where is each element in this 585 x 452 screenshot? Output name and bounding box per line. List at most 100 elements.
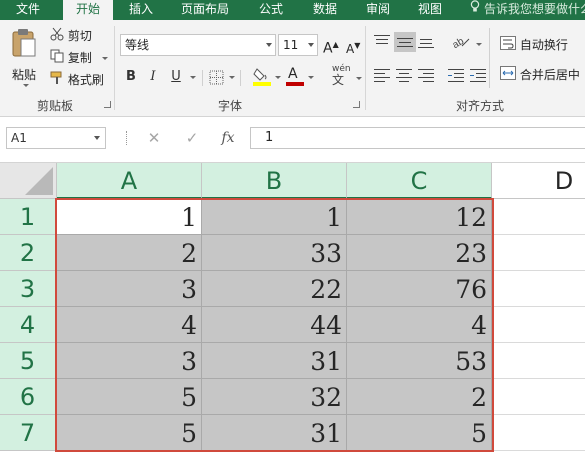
chevron-down-icon	[308, 43, 314, 47]
row-header-4[interactable]: 4	[0, 307, 57, 343]
align-bottom-icon[interactable]	[418, 34, 434, 48]
cell-b7[interactable]: 31	[202, 415, 347, 451]
cell-d3[interactable]	[492, 271, 585, 307]
row-header-5[interactable]: 5	[0, 343, 57, 379]
underline-button[interactable]: U	[168, 68, 184, 86]
cell-b4[interactable]: 44	[202, 307, 347, 343]
cell-a2[interactable]: 2	[57, 235, 202, 271]
cell-d6[interactable]	[492, 379, 585, 415]
cell-a6[interactable]: 5	[57, 379, 202, 415]
tab-home[interactable]: 开始	[63, 0, 113, 20]
tab-insert[interactable]: 插入	[118, 0, 164, 20]
group-divider	[365, 26, 366, 110]
paste-button[interactable]: 粘贴	[6, 26, 42, 92]
copy-button[interactable]: 复制	[50, 49, 108, 67]
svg-text:ab: ab	[452, 36, 466, 48]
phonetic-button[interactable]: wén 文	[332, 64, 362, 87]
merge-center-label: 合并后居中	[519, 68, 580, 82]
align-center-icon[interactable]	[396, 68, 412, 82]
grow-font-button[interactable]: A▲	[323, 36, 339, 57]
tab-page-layout[interactable]: 页面布局	[172, 0, 238, 20]
italic-button[interactable]: I	[146, 68, 160, 86]
name-box[interactable]: A1	[6, 127, 106, 149]
divider	[202, 70, 203, 86]
phonetic-icon: 文	[332, 73, 345, 87]
cell-b5[interactable]: 31	[202, 343, 347, 379]
formula-bar-grip[interactable]	[126, 131, 127, 145]
cell-a7[interactable]: 5	[57, 415, 202, 451]
scissors-icon	[50, 27, 64, 46]
column-header-d[interactable]: D	[492, 163, 585, 199]
grow-font-glyph: A	[323, 40, 333, 57]
select-all-button[interactable]	[0, 163, 57, 199]
cell-b3[interactable]: 22	[202, 271, 347, 307]
merge-center-button[interactable]: 合并后居中	[500, 66, 580, 84]
column-header-b[interactable]: B	[202, 163, 347, 199]
font-color-button[interactable]: A	[286, 66, 314, 90]
tab-formulas[interactable]: 公式	[248, 0, 294, 20]
alignment-group-label: 对齐方式	[455, 99, 504, 113]
cell-a3[interactable]: 3	[57, 271, 202, 307]
cell-b2[interactable]: 33	[202, 235, 347, 271]
align-middle-icon[interactable]	[394, 32, 416, 52]
shrink-font-button[interactable]: A▼	[346, 37, 360, 56]
row-header-2[interactable]: 2	[0, 235, 57, 271]
clipboard-launcher-icon[interactable]	[104, 101, 111, 108]
format-painter-button[interactable]: 格式刷	[50, 71, 104, 89]
cancel-icon[interactable]: ✕	[142, 127, 166, 149]
lightbulb-icon	[470, 0, 480, 19]
cell-c7[interactable]: 5	[347, 415, 492, 451]
tab-data[interactable]: 数据	[302, 0, 348, 20]
row-header-7[interactable]: 7	[0, 415, 57, 451]
cell-d1[interactable]	[492, 199, 585, 235]
orientation-button[interactable]: ab	[451, 34, 483, 52]
wrap-text-button[interactable]: 自动换行	[500, 36, 568, 54]
row-header-1[interactable]: 1	[0, 199, 57, 235]
cell-d2[interactable]	[492, 235, 585, 271]
font-size-select[interactable]: 11	[278, 34, 318, 56]
cell-c1[interactable]: 12	[347, 199, 492, 235]
font-name-value: 等线	[125, 38, 150, 52]
row-header-6[interactable]: 6	[0, 379, 57, 415]
cell-a5[interactable]: 3	[57, 343, 202, 379]
tell-me-text: 告诉我您想要做什么	[484, 2, 585, 16]
font-name-select[interactable]: 等线	[120, 34, 276, 56]
cell-c3[interactable]: 76	[347, 271, 492, 307]
tab-review[interactable]: 审阅	[356, 0, 400, 20]
cell-c6[interactable]: 2	[347, 379, 492, 415]
bold-button[interactable]: B	[124, 68, 138, 86]
font-launcher-icon[interactable]	[353, 101, 360, 108]
enter-icon[interactable]: ✓	[180, 127, 204, 149]
formula-input[interactable]: 1	[250, 127, 585, 149]
tell-me-search[interactable]: 告诉我您想要做什么	[470, 0, 585, 20]
underline-dropdown-icon[interactable]	[190, 76, 196, 79]
worksheet-grid[interactable]: A B C D 1 1 1 12 2 2 33 23 3 3 22 76 4 4 44 4 5 3 31 53 6 5 32…	[0, 163, 585, 452]
increase-indent-icon[interactable]	[470, 68, 486, 82]
column-header-c[interactable]: C	[347, 163, 492, 199]
insert-function-icon[interactable]: fx	[216, 127, 240, 149]
cell-c5[interactable]: 53	[347, 343, 492, 379]
decrease-indent-icon[interactable]	[448, 68, 464, 82]
tab-view[interactable]: 视图	[408, 0, 452, 20]
fill-color-button[interactable]	[253, 66, 281, 90]
cell-d5[interactable]	[492, 343, 585, 379]
fill-color-dropdown-icon	[275, 76, 281, 79]
tab-file[interactable]: 文件	[4, 0, 52, 20]
cell-b1[interactable]: 1	[202, 199, 347, 235]
shrink-font-glyph: A	[346, 42, 355, 56]
cell-a1[interactable]: 1	[57, 199, 202, 235]
cell-a4[interactable]: 4	[57, 307, 202, 343]
column-header-a[interactable]: A	[57, 163, 202, 199]
cut-button[interactable]: 剪切	[50, 27, 92, 45]
align-top-icon[interactable]	[374, 34, 390, 48]
chevron-down-icon	[94, 136, 100, 140]
cell-d4[interactable]	[492, 307, 585, 343]
cell-b6[interactable]: 32	[202, 379, 347, 415]
borders-button[interactable]	[209, 70, 235, 89]
cell-c2[interactable]: 23	[347, 235, 492, 271]
cell-d7[interactable]	[492, 415, 585, 451]
cell-c4[interactable]: 4	[347, 307, 492, 343]
align-left-icon[interactable]	[374, 68, 390, 82]
row-header-3[interactable]: 3	[0, 271, 57, 307]
align-right-icon[interactable]	[418, 68, 434, 82]
